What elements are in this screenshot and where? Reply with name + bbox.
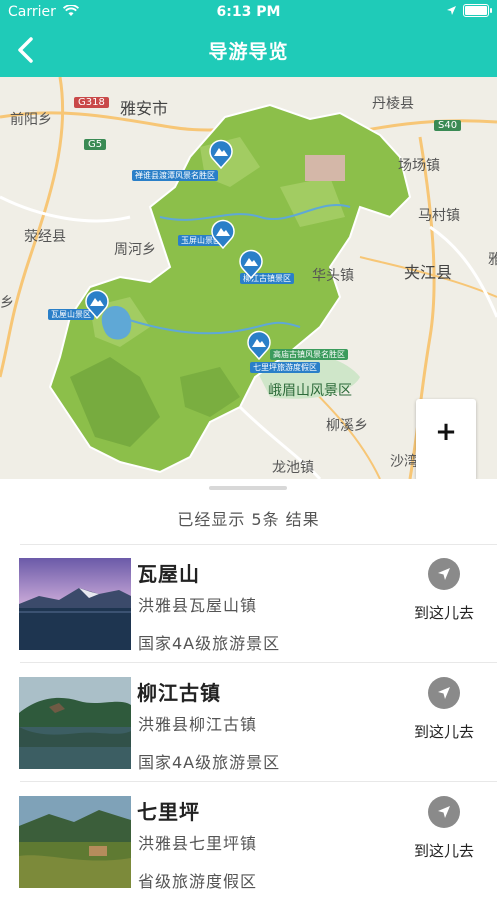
- item-location: 洪雅县柳江古镇: [138, 715, 258, 734]
- scenic-label-gaomiao: 高庙古镇风景名胜区: [270, 349, 348, 360]
- map-label-liuxi: 柳溪乡: [326, 418, 368, 434]
- map-label-macun: 马村镇: [418, 208, 460, 224]
- clock: 6:13 PM: [216, 4, 281, 20]
- map-label-danling: 丹棱县: [372, 96, 414, 112]
- map-pin-yuping[interactable]: [210, 219, 236, 249]
- map-label-huatou: 华头镇: [312, 268, 354, 284]
- navigate-label: 到这儿去: [413, 604, 474, 622]
- landscape-image: [19, 677, 131, 769]
- navigation-arrow-icon: [438, 806, 450, 818]
- map-label-ya: 雅: [488, 252, 497, 268]
- status-bar: Carrier 6:13 PM: [0, 0, 497, 24]
- map-label-changchang: 场场镇: [398, 158, 440, 174]
- highway-g318: G318: [74, 97, 109, 108]
- navigate-label: 到这儿去: [413, 723, 474, 741]
- list-item[interactable]: 柳江古镇 洪雅县柳江古镇 国家4A级旅游景区 到这儿去: [0, 663, 497, 781]
- map-pin-qiliping[interactable]: [246, 330, 272, 360]
- navigation-arrow-icon: [438, 568, 450, 580]
- thumbnail-liujiang: [19, 677, 131, 769]
- item-title: 柳江古镇: [137, 681, 221, 705]
- sheet-grabber[interactable]: [209, 486, 287, 490]
- result-count: 已经显示 5条 结果: [177, 510, 320, 529]
- nav-bar: 导游导览: [0, 24, 497, 77]
- mountain-pin-icon: [239, 249, 263, 279]
- map-pin-liujiang[interactable]: [238, 249, 264, 279]
- scenic-map[interactable]: 雅安市 前阳乡 荥经县 周河乡 丹棱县 场场镇 马村镇 夹江县 雅 华头镇 乡 …: [0, 77, 497, 479]
- scenic-label-qiliping: 七里坪旅游度假区: [250, 362, 320, 373]
- map-label-yaan: 雅安市: [120, 99, 169, 118]
- map-label-longchi: 龙池镇: [272, 460, 314, 476]
- mountain-pin-icon: [211, 219, 235, 249]
- navigate-button[interactable]: 到这儿去: [404, 796, 484, 876]
- item-location: 洪雅县瓦屋山镇: [138, 596, 258, 615]
- zoom-in-button[interactable]: +: [416, 399, 476, 479]
- page-title: 导游导览: [208, 41, 289, 63]
- navigation-arrow-icon: [438, 687, 450, 699]
- highway-g5: G5: [84, 139, 107, 150]
- navigate-button[interactable]: 到这儿去: [404, 558, 484, 638]
- highway-s40: S40: [434, 120, 462, 131]
- mountain-pin-icon: [85, 289, 109, 319]
- battery-icon: [463, 4, 492, 17]
- map-label-jiu: 乡: [0, 295, 14, 311]
- item-location: 洪雅县七里坪镇: [138, 834, 258, 853]
- scenic-label-yuwan: 禅谁县渡潭风景名胜区: [132, 170, 218, 181]
- map-label-jiajiang: 夹江县: [404, 263, 453, 282]
- plus-icon: +: [435, 417, 457, 447]
- item-rating: 省级旅游度假区: [138, 872, 258, 891]
- item-rating: 国家4A级旅游景区: [138, 753, 281, 772]
- list-item[interactable]: 瓦屋山 洪雅县瓦屋山镇 国家4A级旅游景区 到这儿去: [0, 544, 497, 662]
- map-label-qianyang: 前阳乡: [10, 112, 52, 128]
- item-title: 瓦屋山: [137, 562, 200, 586]
- mountain-pin-icon: [209, 139, 233, 169]
- map-label-zhouhe: 周河乡: [114, 242, 156, 258]
- landscape-image: [19, 558, 131, 650]
- item-title: 七里坪: [137, 800, 200, 824]
- map-label-rongjing: 荥经县: [24, 229, 66, 245]
- location-arrow-icon: [447, 6, 456, 15]
- list-item[interactable]: 七里坪 洪雅县七里坪镇 省级旅游度假区 到这儿去: [0, 782, 497, 900]
- map-pin-wawu[interactable]: [84, 289, 110, 319]
- results-sheet: 已经显示 5条 结果 瓦屋山 洪雅县瓦屋山镇 国家4A级旅游景区 到这儿去 柳江…: [0, 479, 497, 891]
- item-rating: 国家4A级旅游景区: [138, 634, 281, 653]
- app-header: Carrier 6:13 PM 导游导览: [0, 0, 497, 77]
- navigate-button[interactable]: 到这儿去: [404, 677, 484, 757]
- mountain-pin-icon: [247, 330, 271, 360]
- navigate-label: 到这儿去: [413, 842, 474, 860]
- landscape-image: [19, 796, 131, 888]
- map-pin-yuwan[interactable]: [208, 139, 234, 169]
- thumbnail-qiliping: [19, 796, 131, 888]
- thumbnail-wawu: [19, 558, 131, 650]
- map-label-emei: 峨眉山风景区: [268, 383, 352, 399]
